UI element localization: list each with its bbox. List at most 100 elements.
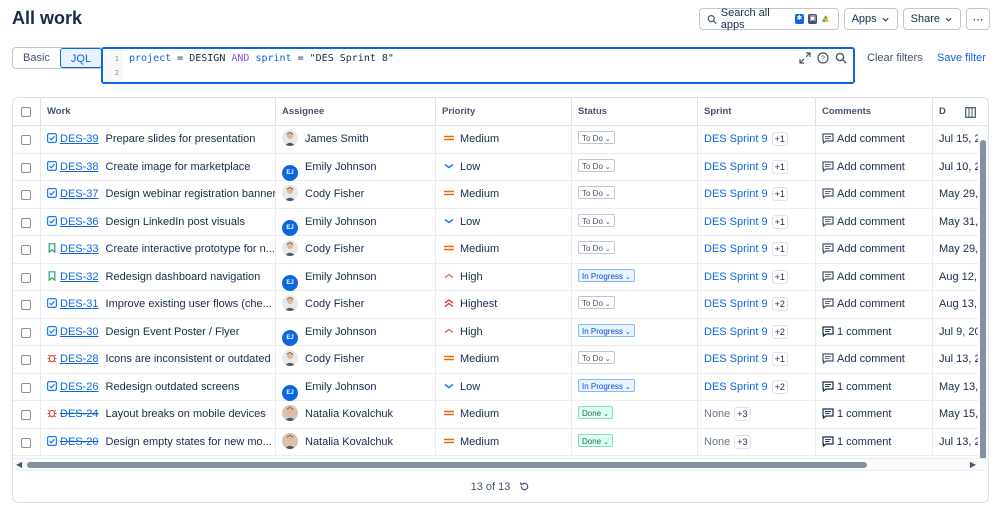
- assignee-cell[interactable]: James Smith: [276, 126, 436, 153]
- priority-cell[interactable]: Low: [436, 373, 572, 401]
- row-checkbox[interactable]: [21, 410, 31, 420]
- more-sprints-badge[interactable]: +1: [771, 132, 788, 146]
- more-sprints-badge[interactable]: +3: [734, 434, 751, 449]
- priority-cell[interactable]: Medium: [436, 236, 572, 263]
- row-checkbox[interactable]: [21, 162, 31, 173]
- select-all-checkbox[interactable]: [21, 107, 31, 117]
- row-checkbox[interactable]: [21, 272, 31, 283]
- status-lozenge[interactable]: To Do ⌄: [578, 241, 615, 254]
- more-sprints-badge[interactable]: +1: [771, 269, 788, 284]
- comments-cell[interactable]: Add comment: [816, 208, 933, 236]
- issue-key-link[interactable]: DES-38: [60, 161, 99, 173]
- column-header-priority[interactable]: Priority: [436, 98, 572, 126]
- table-row[interactable]: DES-36 Design LinkedIn post visuals EJ Emi…: [13, 208, 988, 236]
- assignee-cell[interactable]: Cody Fisher: [276, 346, 436, 373]
- issue-summary[interactable]: Design webinar registration banner: [106, 188, 275, 200]
- row-checkbox[interactable]: [21, 135, 31, 145]
- sprint-link[interactable]: None: [704, 436, 730, 448]
- comments-cell[interactable]: Add comment: [816, 291, 933, 318]
- comments-cell[interactable]: Add comment: [816, 263, 933, 291]
- assignee-cell[interactable]: EJ Emily Johnson: [276, 373, 436, 401]
- assignee-cell[interactable]: EJ Emily Johnson: [276, 153, 436, 181]
- issue-summary[interactable]: Design empty states for new mo...: [106, 436, 272, 448]
- row-checkbox[interactable]: [21, 300, 31, 310]
- priority-cell[interactable]: Low: [436, 153, 572, 181]
- more-actions-button[interactable]: ⋯: [966, 8, 990, 30]
- column-header-date[interactable]: D: [933, 98, 988, 126]
- more-sprints-badge[interactable]: +1: [771, 242, 788, 256]
- search-icon[interactable]: [835, 52, 847, 64]
- issue-key-link[interactable]: DES-20: [60, 436, 99, 448]
- sprint-link[interactable]: DES Sprint 9: [704, 188, 768, 200]
- table-row[interactable]: DES-38 Create image for marketplace EJ Emi…: [13, 153, 988, 181]
- priority-cell[interactable]: Medium: [436, 346, 572, 373]
- issue-summary[interactable]: Create image for marketplace: [106, 161, 251, 173]
- sprint-link[interactable]: DES Sprint 9: [704, 216, 768, 228]
- jql-query-text[interactable]: project = DESIGN AND sprint = "DES Sprin…: [129, 53, 394, 64]
- sprint-link[interactable]: None: [704, 408, 730, 420]
- table-row[interactable]: DES-24 Layout breaks on mobile devices Na…: [13, 401, 988, 429]
- priority-cell[interactable]: Highest: [436, 291, 572, 318]
- comments-cell[interactable]: 1 comment: [816, 401, 933, 428]
- priority-cell[interactable]: Medium: [436, 126, 572, 153]
- row-checkbox[interactable]: [21, 382, 31, 393]
- sprint-link[interactable]: DES Sprint 9: [704, 133, 768, 145]
- issue-key-link[interactable]: DES-36: [60, 216, 99, 228]
- status-lozenge[interactable]: To Do ⌄: [578, 296, 615, 309]
- jql-editor[interactable]: 1 2 project = DESIGN AND sprint = "DES S…: [101, 47, 855, 84]
- issue-key-link[interactable]: DES-24: [60, 408, 99, 420]
- comments-cell[interactable]: Add comment: [816, 346, 933, 373]
- table-row[interactable]: DES-32 Redesign dashboard navigation EJ Em…: [13, 263, 988, 291]
- vertical-scrollbar-thumb[interactable]: [980, 140, 986, 460]
- table-row[interactable]: DES-28 Icons are inconsistent or outdated…: [13, 346, 988, 374]
- search-all-apps-button[interactable]: Search all apps ✱ ▣: [698, 7, 839, 31]
- assignee-cell[interactable]: EJ Emily Johnson: [276, 263, 436, 291]
- status-lozenge[interactable]: In Progress ⌄: [578, 323, 635, 337]
- priority-cell[interactable]: Medium: [436, 428, 572, 456]
- row-checkbox[interactable]: [21, 327, 31, 338]
- row-checkbox[interactable]: [21, 355, 31, 365]
- table-row[interactable]: DES-20 Design empty states for new mo... …: [13, 428, 988, 456]
- refresh-icon[interactable]: [519, 481, 530, 492]
- issue-summary[interactable]: Improve existing user flows (che...: [106, 298, 272, 310]
- assignee-cell[interactable]: Natalia Kovalchuk: [276, 401, 436, 428]
- comments-cell[interactable]: Add comment: [816, 153, 933, 181]
- apps-button[interactable]: Apps: [843, 8, 898, 30]
- save-filter-button[interactable]: Save filter: [937, 52, 986, 64]
- sprint-link[interactable]: DES Sprint 9: [704, 298, 768, 310]
- sprint-link[interactable]: DES Sprint 9: [704, 381, 768, 393]
- column-header-work[interactable]: Work: [41, 98, 276, 126]
- mode-basic-button[interactable]: Basic: [13, 48, 60, 68]
- issue-key-link[interactable]: DES-31: [60, 298, 99, 310]
- table-row[interactable]: DES-31 Improve existing user flows (che..…: [13, 291, 988, 319]
- assignee-cell[interactable]: Natalia Kovalchuk: [276, 428, 436, 456]
- column-settings-icon[interactable]: [965, 107, 976, 118]
- issue-key-link[interactable]: DES-33: [60, 243, 99, 255]
- horizontal-scrollbar-thumb[interactable]: [27, 462, 867, 468]
- status-lozenge[interactable]: To Do ⌄: [578, 186, 615, 199]
- issue-summary[interactable]: Layout breaks on mobile devices: [106, 408, 266, 420]
- issue-summary[interactable]: Design Event Poster / Flyer: [106, 326, 240, 338]
- scroll-right-icon[interactable]: ▶: [970, 460, 976, 469]
- comments-cell[interactable]: 1 comment: [816, 318, 933, 346]
- issue-key-link[interactable]: DES-30: [60, 326, 99, 338]
- table-row[interactable]: DES-30 Design Event Poster / Flyer EJ Emil…: [13, 318, 988, 346]
- help-icon[interactable]: ?: [817, 52, 829, 64]
- more-sprints-badge[interactable]: +3: [734, 407, 751, 421]
- issue-summary[interactable]: Prepare slides for presentation: [106, 133, 256, 145]
- comments-cell[interactable]: Add comment: [816, 181, 933, 208]
- priority-cell[interactable]: Medium: [436, 181, 572, 208]
- scroll-left-icon[interactable]: ◀: [16, 460, 22, 469]
- sprint-link[interactable]: DES Sprint 9: [704, 326, 768, 338]
- status-lozenge[interactable]: In Progress ⌄: [578, 268, 635, 282]
- status-lozenge[interactable]: To Do ⌄: [578, 213, 615, 227]
- issue-key-link[interactable]: DES-32: [60, 271, 99, 283]
- comments-cell[interactable]: 1 comment: [816, 428, 933, 456]
- vertical-scrollbar[interactable]: [978, 126, 988, 461]
- priority-cell[interactable]: Low: [436, 208, 572, 236]
- column-header-sprint[interactable]: Sprint: [698, 98, 816, 126]
- share-button[interactable]: Share: [902, 8, 961, 30]
- status-lozenge[interactable]: To Do ⌄: [578, 351, 615, 364]
- assignee-cell[interactable]: Cody Fisher: [276, 181, 436, 208]
- assignee-cell[interactable]: EJ Emily Johnson: [276, 318, 436, 346]
